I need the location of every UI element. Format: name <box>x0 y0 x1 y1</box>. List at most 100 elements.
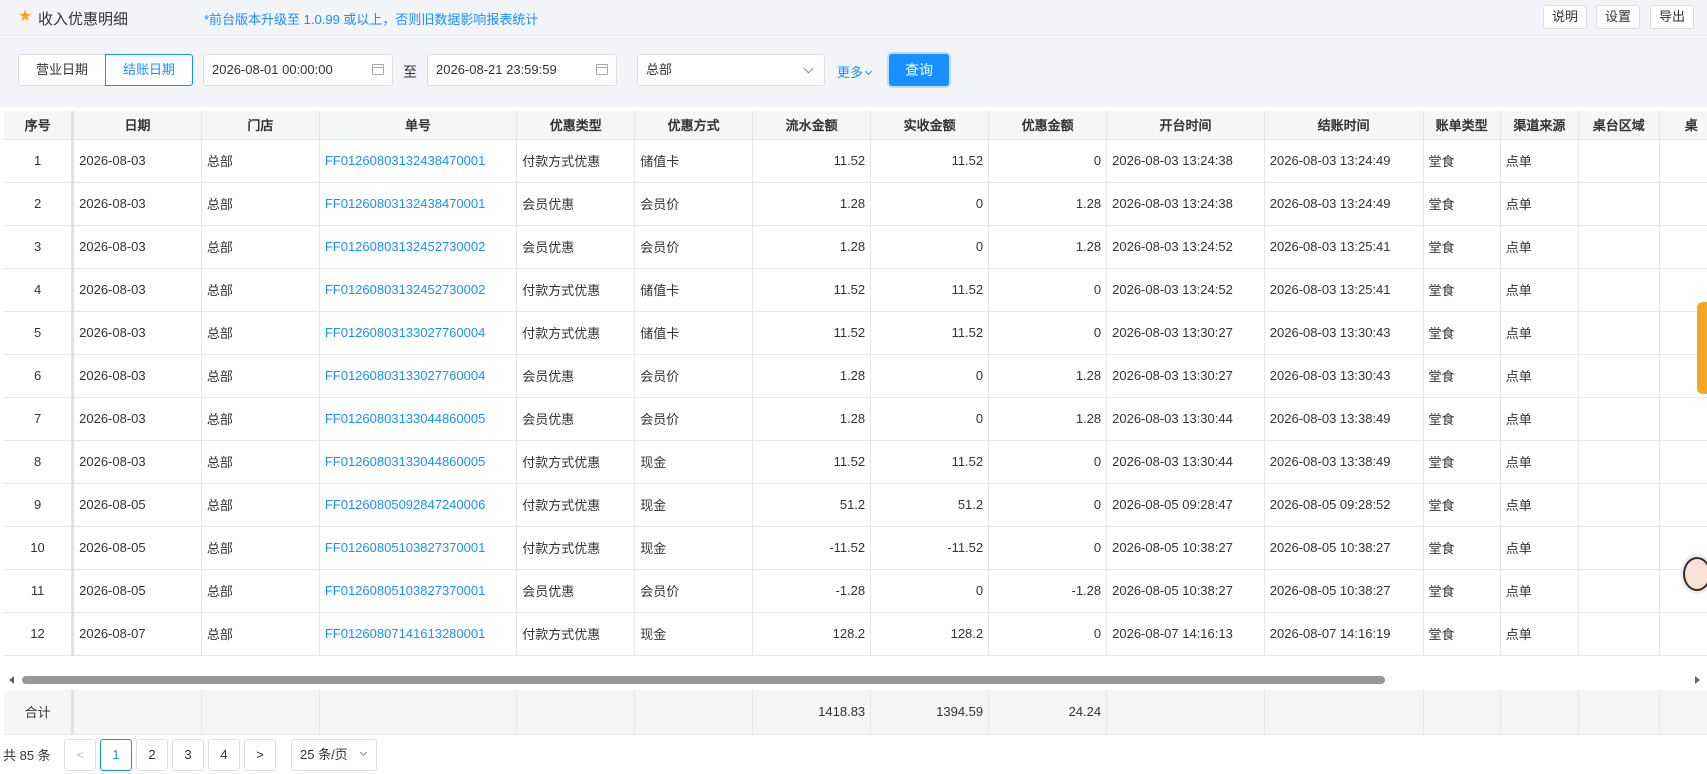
row-channel: 点单 <box>1500 569 1580 613</box>
table-row[interactable]: 12 2026-08-07 总部 FF01260807141613280001 付款方式… <box>4 612 1707 656</box>
row-order-number[interactable]: FF01260803132438470001 <box>319 139 518 183</box>
row-bill-type: 堂食 <box>1423 397 1501 441</box>
row-order-number[interactable]: FF01260805092847240006 <box>319 483 518 527</box>
table-row[interactable]: 11 2026-08-05 总部 FF01260805103827370001 会员优惠… <box>4 569 1707 613</box>
table-row[interactable]: 1 2026-08-03 总部 FF01260803132438470001 付款方式优… <box>4 139 1707 183</box>
row-table-area <box>1578 354 1660 398</box>
cell <box>1659 397 1707 441</box>
cell <box>1659 612 1707 656</box>
table-row[interactable]: 8 2026-08-03 总部 FF01260803133044860005 付款方式优… <box>4 440 1707 484</box>
row-checkout-time: 2026-08-03 13:38:49 <box>1264 397 1424 441</box>
row-order-number[interactable]: FF01260803133044860005 <box>319 440 518 484</box>
row-received-amount: 0 <box>870 569 990 613</box>
row-store: 总部 <box>201 139 320 183</box>
tab-checkout-date[interactable]: 结账日期 <box>105 54 193 86</box>
cell <box>1659 440 1707 484</box>
page-button-1[interactable]: 1 <box>100 739 132 771</box>
row-discount-type: 会员优惠 <box>516 569 636 613</box>
row-bill-type: 堂食 <box>1423 569 1501 613</box>
row-store: 总部 <box>201 311 320 355</box>
next-page-button[interactable]: > <box>244 739 276 771</box>
row-channel: 点单 <box>1500 182 1580 226</box>
row-order-number[interactable]: FF01260803133027760004 <box>319 354 518 398</box>
column-header: 序号 <box>4 111 75 140</box>
tab-business-date[interactable]: 营业日期 <box>18 54 106 86</box>
star-icon[interactable]: ★ <box>18 6 32 26</box>
table-row[interactable]: 10 2026-08-05 总部 FF01260805103827370001 付款方式… <box>4 526 1707 570</box>
column-header: 开台时间 <box>1106 111 1265 140</box>
more-filters-link[interactable]: 更多 <box>837 62 873 81</box>
table-row[interactable]: 6 2026-08-03 总部 FF01260803133027760004 会员优惠会… <box>4 354 1707 398</box>
page-button-2[interactable]: 2 <box>136 739 168 771</box>
query-button[interactable]: 查询 <box>889 54 949 86</box>
row-flow-amount: 11.52 <box>752 268 872 312</box>
row-received-amount: 51.2 <box>870 483 990 527</box>
side-drawer-tab[interactable] <box>1697 302 1707 394</box>
row-order-number[interactable]: FF01260805103827370001 <box>319 526 518 570</box>
table-row[interactable]: 4 2026-08-03 总部 FF01260803132452730002 付款方式优… <box>4 268 1707 312</box>
chevron-down-icon <box>359 748 368 757</box>
row-index: 2 <box>4 182 75 226</box>
store-select[interactable]: 总部 <box>637 54 825 86</box>
row-store: 总部 <box>201 569 320 613</box>
table-row[interactable]: 3 2026-08-03 总部 FF01260803132452730002 会员优惠会… <box>4 225 1707 269</box>
row-flow-amount: -1.28 <box>752 569 872 613</box>
row-order-number[interactable]: FF01260805103827370001 <box>319 569 518 613</box>
column-header: 账单类型 <box>1423 111 1501 140</box>
page-size-select[interactable]: 25 条/页 <box>291 739 377 771</box>
row-open-time: 2026-08-03 13:30:27 <box>1106 354 1265 398</box>
row-checkout-time: 2026-08-03 13:30:43 <box>1264 354 1424 398</box>
export-button[interactable]: 导出 <box>1650 5 1694 29</box>
horizontal-scrollbar[interactable] <box>4 673 1707 687</box>
row-checkout-time: 2026-08-03 13:25:41 <box>1264 225 1424 269</box>
row-date: 2026-08-05 <box>72 569 202 613</box>
scroll-right-icon[interactable] <box>1695 676 1700 684</box>
row-order-number[interactable]: FF01260807141613280001 <box>319 612 518 656</box>
scroll-left-icon[interactable] <box>9 676 14 684</box>
table-row[interactable]: 2 2026-08-03 总部 FF01260803132438470001 会员优惠会… <box>4 182 1707 226</box>
column-header: 单号 <box>319 111 518 140</box>
row-discount-method: 储值卡 <box>634 139 754 183</box>
row-table-area <box>1578 182 1660 226</box>
row-order-number[interactable]: FF01260803133027760004 <box>319 311 518 355</box>
row-discount-type: 付款方式优惠 <box>516 311 636 355</box>
help-button[interactable]: 说明 <box>1543 5 1587 29</box>
row-order-number[interactable]: FF01260803132438470001 <box>319 182 518 226</box>
table-row[interactable]: 9 2026-08-05 总部 FF01260805092847240006 付款方式优… <box>4 483 1707 527</box>
row-bill-type: 堂食 <box>1423 311 1501 355</box>
row-order-number[interactable]: FF01260803132452730002 <box>319 268 518 312</box>
row-checkout-time: 2026-08-05 10:38:27 <box>1264 569 1424 613</box>
row-channel: 点单 <box>1500 311 1580 355</box>
row-order-number[interactable]: FF01260803133044860005 <box>319 397 518 441</box>
page-button-4[interactable]: 4 <box>208 739 240 771</box>
column-header: 桌台区域 <box>1578 111 1660 140</box>
row-discount-amount: 0 <box>988 526 1108 570</box>
end-date-input[interactable]: 2026-08-21 23:59:59 <box>427 54 617 86</box>
row-order-number[interactable]: FF01260803132452730002 <box>319 225 518 269</box>
row-index: 4 <box>4 268 75 312</box>
row-bill-type: 堂食 <box>1423 182 1501 226</box>
row-store: 总部 <box>201 354 320 398</box>
assistant-avatar[interactable] <box>1679 555 1707 595</box>
scrollbar-thumb[interactable] <box>22 676 1385 684</box>
row-received-amount: 0 <box>870 354 990 398</box>
column-header: 日期 <box>72 111 202 140</box>
row-discount-type: 付款方式优惠 <box>516 526 636 570</box>
table-row[interactable]: 5 2026-08-03 总部 FF01260803133027760004 付款方式优… <box>4 311 1707 355</box>
row-discount-amount: 0 <box>988 311 1108 355</box>
page-button-3[interactable]: 3 <box>172 739 204 771</box>
settings-button[interactable]: 设置 <box>1596 5 1640 29</box>
start-date-input[interactable]: 2026-08-01 00:00:00 <box>203 54 393 86</box>
row-checkout-time: 2026-08-03 13:25:41 <box>1264 268 1424 312</box>
row-discount-amount: 1.28 <box>988 354 1108 398</box>
row-table-area <box>1578 139 1660 183</box>
row-date: 2026-08-03 <box>72 225 202 269</box>
summary-received-amount: 1394.59 <box>870 690 990 735</box>
row-discount-type: 付款方式优惠 <box>516 612 636 656</box>
row-date: 2026-08-05 <box>72 483 202 527</box>
row-index: 9 <box>4 483 75 527</box>
table-row[interactable]: 7 2026-08-03 总部 FF01260803133044860005 会员优惠会… <box>4 397 1707 441</box>
row-discount-amount: 1.28 <box>988 397 1108 441</box>
prev-page-button[interactable]: < <box>64 739 96 771</box>
row-table-area <box>1578 440 1660 484</box>
